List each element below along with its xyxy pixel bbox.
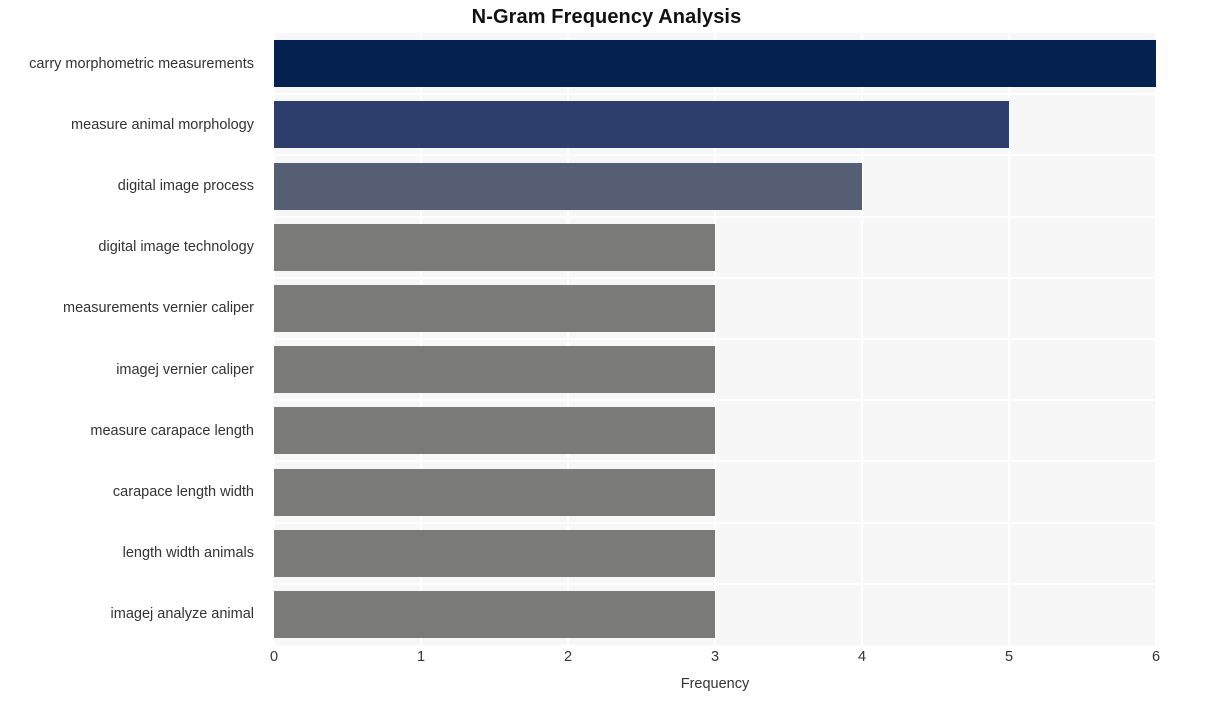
y-axis-tick-label: digital image technology <box>98 239 254 256</box>
bar[interactable] <box>274 101 1009 149</box>
x-axis-tick-label: 5 <box>1004 649 1014 665</box>
x-axis-tick-label: 6 <box>1151 649 1161 665</box>
x-axis-tick-label: 2 <box>563 649 573 665</box>
y-axis-tick-label: measure animal morphology <box>71 116 254 133</box>
x-axis-tick-label: 4 <box>857 649 867 665</box>
y-axis-tick-label: imagej analyze animal <box>110 606 254 623</box>
y-axis-tick-label: measurements vernier caliper <box>63 300 254 317</box>
plot-area <box>273 33 1157 645</box>
bar[interactable] <box>274 468 715 516</box>
chart-figure: N-Gram Frequency Analysis carry morphome… <box>0 0 1213 701</box>
y-axis-tick-labels: carry morphometric measurements measure a… <box>0 33 264 645</box>
y-axis-tick-label: measure carapace length <box>90 422 254 439</box>
x-axis-tick-label: 1 <box>416 649 426 665</box>
gridline-vertical <box>1155 33 1157 645</box>
bar[interactable] <box>274 590 715 638</box>
bar[interactable] <box>274 407 715 455</box>
bar[interactable] <box>274 223 715 271</box>
y-axis-tick-label: digital image process <box>117 178 254 194</box>
x-axis-title: Frequency <box>680 676 750 692</box>
bar[interactable] <box>274 40 1156 88</box>
bar[interactable] <box>274 284 715 332</box>
y-axis-tick-label: length width animals <box>122 545 254 562</box>
y-axis-tick-label: imagej vernier caliper <box>116 361 254 378</box>
chart-title: N-Gram Frequency Analysis <box>471 6 742 28</box>
x-axis-tick-label: 3 <box>710 649 720 665</box>
y-axis-tick-label: carapace length width <box>112 484 254 500</box>
x-axis-tick-labels: 0 1 2 3 4 5 6 <box>270 649 1160 672</box>
x-axis-tick-label: 0 <box>269 649 279 665</box>
y-axis-tick-label: carry morphometric measurements <box>29 55 254 72</box>
bar[interactable] <box>274 346 715 394</box>
bar[interactable] <box>274 529 715 577</box>
bar[interactable] <box>274 162 862 210</box>
